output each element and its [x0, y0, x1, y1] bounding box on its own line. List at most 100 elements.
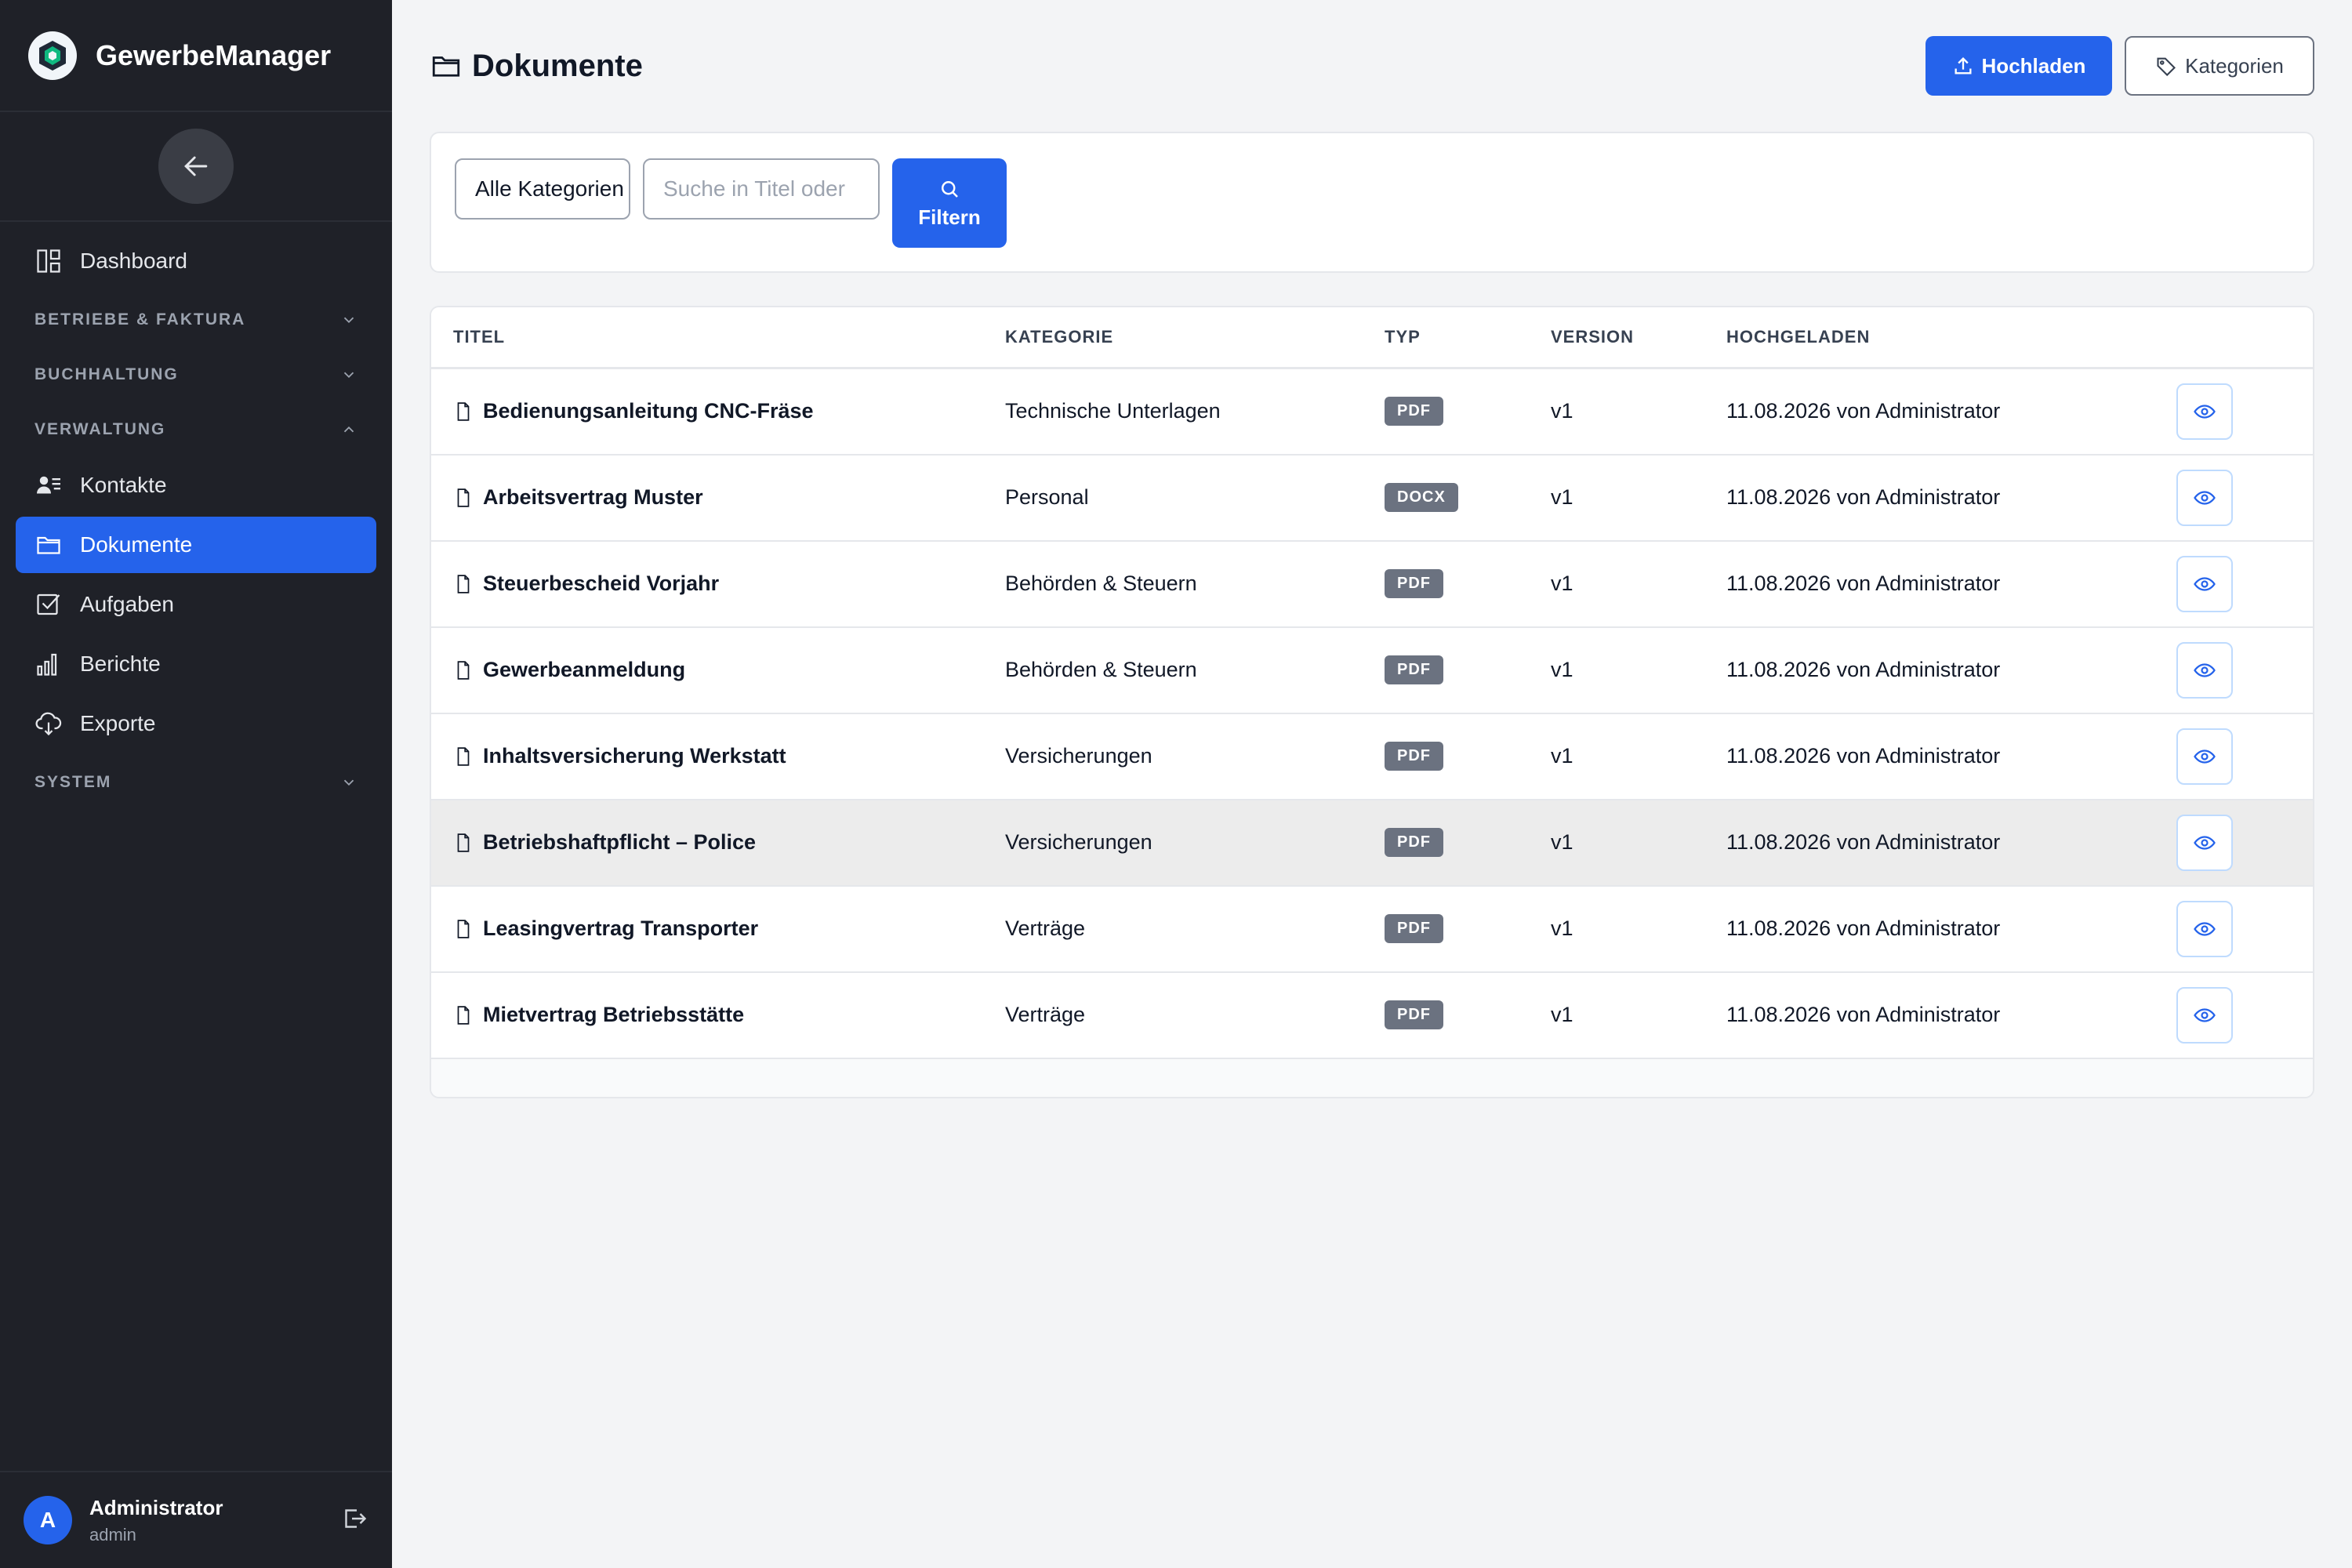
file-icon: [457, 1005, 470, 1025]
view-button[interactable]: [2176, 986, 2233, 1044]
sidebar-item-kontakte[interactable]: Kontakte: [16, 457, 376, 514]
cell-actions: [2176, 713, 2313, 800]
page-header: Dokumente Hochladen Kategorien: [430, 0, 2314, 132]
sidebar-item-exporte[interactable]: Exporte: [16, 695, 376, 752]
sidebar-item-dokumente[interactable]: Dokumente: [16, 517, 376, 573]
title-link[interactable]: Leasingvertrag Transporter: [453, 916, 1005, 941]
cloud-download-icon: [35, 712, 62, 736]
cell-version: v1: [1551, 572, 1573, 595]
cell-title: Bedienungsanleitung CNC-Fräse: [431, 368, 1005, 455]
table-row[interactable]: Inhaltsversicherung Werkstatt Versicherun…: [431, 713, 2313, 800]
document-title: Gewerbeanmeldung: [483, 658, 686, 681]
cell-actions: [2176, 455, 2313, 541]
avatar[interactable]: A: [24, 1496, 72, 1544]
type-badge: PDF: [1385, 1000, 1443, 1029]
sidebar-item-aufgaben[interactable]: Aufgaben: [16, 576, 376, 633]
table-row[interactable]: Leasingvertrag Transporter Verträge PDF v1 1…: [431, 886, 2313, 972]
title-link[interactable]: Inhaltsversicherung Werkstatt: [453, 744, 1005, 768]
section-label: BUCHHALTUNG: [34, 365, 179, 383]
section-verwaltung[interactable]: VERWALTUNG: [16, 402, 376, 457]
title-link[interactable]: Gewerbeanmeldung: [453, 658, 1005, 682]
document-title: Mietvertrag Betriebsstätte: [483, 1003, 745, 1026]
section-buchhaltung[interactable]: BUCHHALTUNG: [16, 347, 376, 402]
column-header-title[interactable]: TITEL: [431, 307, 1005, 369]
contacts-icon: [37, 476, 60, 494]
column-header-category[interactable]: KATEGORIE: [1005, 307, 1385, 369]
cell-type: DOCX: [1385, 455, 1551, 541]
search-icon: [942, 180, 958, 198]
type-badge: DOCX: [1385, 483, 1458, 512]
logout-button[interactable]: [340, 1504, 368, 1537]
view-button[interactable]: [2176, 383, 2233, 440]
upload-button[interactable]: Hochladen: [1926, 36, 2112, 96]
eye-icon: [2194, 490, 2216, 505]
page-title: Dokumente: [472, 48, 643, 83]
document-title: Steuerbescheid Vorjahr: [483, 572, 720, 595]
cell-uploaded: 11.08.2026 von Administrator: [1726, 399, 2001, 423]
arrow-left-icon: [184, 156, 208, 176]
categories-label: Kategorien: [2185, 53, 2284, 78]
search-input[interactable]: [643, 158, 880, 220]
cell-version: v1: [1551, 1003, 1573, 1026]
collapse-sidebar-button[interactable]: [158, 129, 234, 204]
column-header-uploaded[interactable]: HOCHGELADEN: [1726, 307, 2176, 369]
cell-category: Behörden & Steuern: [1005, 658, 1197, 681]
column-header-version[interactable]: VERSION: [1551, 307, 1726, 369]
view-button[interactable]: [2176, 641, 2233, 699]
view-button[interactable]: [2176, 555, 2233, 612]
file-icon: [457, 574, 470, 593]
section-label: VERWALTUNG: [34, 420, 166, 438]
table-row[interactable]: Arbeitsvertrag Muster Personal DOCX v1 11.08…: [431, 455, 2313, 541]
cell-actions: [2176, 368, 2313, 455]
section-label: SYSTEM: [34, 773, 112, 791]
view-button[interactable]: [2176, 728, 2233, 785]
sidebar-item-label: Dokumente: [80, 532, 193, 557]
table-footer: [431, 1058, 2313, 1097]
section-betriebe[interactable]: BETRIEBE & FAKTURA: [16, 292, 376, 347]
eye-icon: [2194, 1007, 2216, 1022]
title-link[interactable]: Mietvertrag Betriebsstätte: [453, 1003, 1005, 1027]
sidebar-item-label: Aufgaben: [80, 592, 174, 616]
view-button[interactable]: [2176, 814, 2233, 871]
sidebar-item-label: Kontakte: [80, 473, 167, 497]
cell-actions: [2176, 800, 2313, 886]
cell-type: PDF: [1385, 886, 1551, 972]
table-row[interactable]: Bedienungsanleitung CNC-Fräse Technische …: [431, 368, 2313, 455]
category-select[interactable]: Alle Kategorien: [455, 158, 630, 220]
column-header-type[interactable]: TYP: [1385, 307, 1551, 369]
title-link[interactable]: Steuerbescheid Vorjahr: [453, 572, 1005, 596]
categories-button[interactable]: Kategorien: [2125, 36, 2314, 96]
table-row[interactable]: Betriebshaftpflicht – Police Versicherung…: [431, 799, 2313, 886]
cell-uploaded: 11.08.2026 von Administrator: [1726, 658, 2001, 681]
sidebar-item-dashboard[interactable]: Dashboard: [16, 233, 376, 289]
type-badge: PDF: [1385, 914, 1443, 943]
brand[interactable]: GewerbeManager: [0, 0, 392, 112]
chevron-up-icon: [343, 426, 354, 433]
cell-actions: [2176, 627, 2313, 713]
view-button[interactable]: [2176, 469, 2233, 526]
sidebar-item-label: Exporte: [80, 711, 156, 735]
table-row[interactable]: Gewerbeanmeldung Behörden & Steuern PDF v1 1…: [431, 627, 2313, 713]
task-check-icon: [37, 593, 60, 615]
cell-version: v1: [1551, 658, 1573, 681]
cell-category: Versicherungen: [1005, 830, 1152, 854]
file-icon: [457, 919, 470, 938]
document-title: Inhaltsversicherung Werkstatt: [483, 744, 786, 768]
section-system[interactable]: SYSTEM: [16, 755, 376, 810]
header-actions: Hochladen Kategorien: [1926, 36, 2314, 96]
upload-icon: [1955, 57, 1972, 74]
type-badge: PDF: [1385, 569, 1443, 598]
filter-button[interactable]: Filtern: [892, 158, 1007, 248]
sidebar-item-berichte[interactable]: Berichte: [16, 636, 376, 692]
cell-actions: [2176, 541, 2313, 627]
table-row[interactable]: Steuerbescheid Vorjahr Behörden & Steuern…: [431, 541, 2313, 627]
category-select-value: Alle Kategorien: [475, 176, 624, 201]
title-link[interactable]: Betriebshaftpflicht – Police: [453, 830, 1005, 855]
cell-category: Behörden & Steuern: [1005, 572, 1197, 595]
title-link[interactable]: Bedienungsanleitung CNC-Fräse: [453, 399, 1005, 423]
document-title: Bedienungsanleitung CNC-Fräse: [483, 399, 814, 423]
table-row[interactable]: Mietvertrag Betriebsstätte Verträge PDF v1 1…: [431, 972, 2313, 1058]
cell-type: PDF: [1385, 713, 1551, 800]
view-button[interactable]: [2176, 900, 2233, 957]
title-link[interactable]: Arbeitsvertrag Muster: [453, 485, 1005, 510]
